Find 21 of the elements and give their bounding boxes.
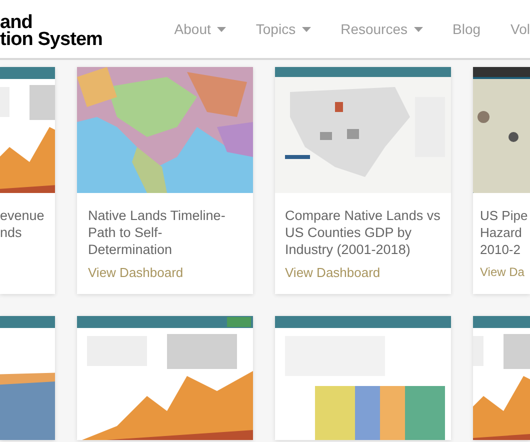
card-title: 2010-2 [480,241,522,258]
card-title: Native Lands Timeline- [88,207,226,224]
card-title: nds [0,224,23,241]
logo-text: tion System [0,31,104,48]
card-title: Path to Self- [88,224,164,241]
view-dashboard-link[interactable]: View Dashboard [285,264,380,281]
nav-link[interactable]: Blog [452,18,481,40]
nav-link[interactable]: Resources [340,18,422,40]
card-title: evenue [0,207,46,224]
nav-link[interactable]: About [174,18,226,40]
card-title: US Counties GDP by [285,224,413,241]
card-title: US Pipe [480,207,529,224]
view-dashboard-link[interactable]: View Dashboard [88,264,184,281]
card-title: Hazard [480,224,523,241]
nav-link[interactable]: Vol [510,18,530,40]
view-dashboard-link[interactable]: View Da [480,264,524,281]
logo-text: and [0,14,34,31]
card-title: Determination [88,241,174,258]
card-title: Compare Native Lands vs [285,207,441,224]
card-title: Industry (2001-2018) [285,241,412,258]
nav-link[interactable]: Topics [256,18,311,40]
